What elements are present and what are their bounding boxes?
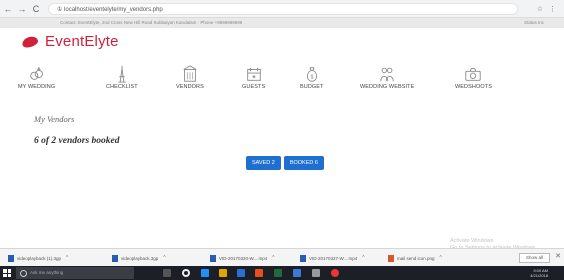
logo-icon bbox=[20, 34, 42, 49]
menu-kebab-icon[interactable]: ⋮ bbox=[549, 5, 556, 13]
file-explorer-icon[interactable] bbox=[219, 269, 227, 277]
main-navigation: MY WEDDING CHECKLIST VENDORS GUESTS $ BU… bbox=[0, 65, 564, 95]
nav-item-checklist[interactable]: CHECKLIST bbox=[106, 65, 138, 90]
clock-date: 4/21/2018 bbox=[530, 273, 548, 278]
nav-item-budget[interactable]: $ BUDGET bbox=[300, 65, 324, 90]
svg-text:$: $ bbox=[310, 75, 313, 81]
download-filename: videoplayback.3gp bbox=[121, 255, 159, 261]
contact-info: Contact: EventElyte, 2nd Cross New Hill … bbox=[60, 20, 243, 25]
download-filename: mail send icon.png bbox=[397, 255, 435, 261]
watermark-title: Activate Windows bbox=[450, 238, 494, 244]
mail-icon[interactable] bbox=[293, 269, 301, 277]
brand-name: EventElyte bbox=[45, 33, 119, 50]
couple-icon bbox=[380, 67, 394, 82]
calendar-icon bbox=[246, 67, 261, 81]
page-title: My Vendors bbox=[34, 114, 75, 124]
file-icon bbox=[8, 254, 14, 262]
download-item[interactable]: videoplayback (1).3gp ^ bbox=[8, 253, 68, 263]
store-icon[interactable] bbox=[237, 269, 245, 277]
money-bag-icon: $ bbox=[306, 67, 317, 82]
file-icon bbox=[210, 254, 216, 262]
vendors-booked-summary: 6 of 2 vendors booked bbox=[34, 136, 120, 146]
site-logo[interactable]: EventElyte bbox=[20, 33, 119, 50]
chevron-up-icon[interactable]: ^ bbox=[272, 255, 274, 261]
download-item[interactable]: mail send icon.png ^ bbox=[388, 253, 442, 263]
nav-label: WEDSHOOTS bbox=[455, 84, 492, 90]
download-item[interactable]: VID-20170320-W....mp4 ^ bbox=[210, 253, 275, 263]
nav-label: VENDORS bbox=[176, 84, 204, 90]
download-shelf: videoplayback (1).3gp ^ videoplayback.3g… bbox=[0, 248, 564, 266]
chevron-up-icon[interactable]: ^ bbox=[440, 255, 442, 261]
nav-item-vendors[interactable]: VENDORS bbox=[176, 65, 204, 90]
building-icon bbox=[183, 65, 197, 82]
tab-saved[interactable]: SAVED 2 bbox=[246, 156, 281, 170]
back-button[interactable]: ← bbox=[2, 3, 14, 15]
nav-item-my-wedding[interactable]: MY WEDDING bbox=[18, 65, 55, 90]
task-view-icon[interactable] bbox=[163, 269, 171, 277]
windows-start-icon[interactable] bbox=[3, 269, 11, 277]
app-icon[interactable] bbox=[255, 269, 263, 277]
nav-item-wedding-website[interactable]: WEDDING WEBSITE bbox=[360, 65, 414, 90]
nav-label: BUDGET bbox=[300, 84, 324, 90]
nav-label: GUESTS bbox=[242, 84, 266, 90]
nav-label: WEDDING WEBSITE bbox=[360, 84, 415, 90]
reload-button[interactable]: C bbox=[30, 3, 42, 15]
file-icon bbox=[112, 254, 118, 262]
windows-taskbar: Ask me anything 9:00 AM 4/21/2018 bbox=[0, 266, 564, 280]
tab-booked[interactable]: BOOKED 6 bbox=[283, 156, 324, 170]
user-status-link[interactable]: Status Inc bbox=[524, 18, 544, 28]
address-bar[interactable]: ① localhost/eventelyte/my_vendors.php bbox=[48, 2, 518, 15]
download-item[interactable]: videoplayback.3gp ^ bbox=[112, 253, 166, 263]
system-clock[interactable]: 9:00 AM 4/21/2018 bbox=[530, 268, 548, 278]
nav-label: CHECKLIST bbox=[106, 84, 138, 90]
bookmark-star-icon[interactable]: ☆ bbox=[537, 5, 543, 13]
download-filename: VID-20170320-W....mp4 bbox=[219, 255, 268, 261]
download-filename: VID-20170327-W....mp4 bbox=[309, 255, 358, 261]
chevron-up-icon[interactable]: ^ bbox=[362, 255, 364, 261]
nav-item-guests[interactable]: GUESTS bbox=[242, 65, 265, 90]
chevron-up-icon[interactable]: ^ bbox=[163, 255, 165, 261]
camera-icon bbox=[465, 68, 482, 81]
file-icon bbox=[300, 254, 306, 262]
download-filename: videoplayback (1).3gp bbox=[17, 255, 62, 261]
nav-item-wedshoots[interactable]: WEDSHOOTS bbox=[455, 65, 492, 90]
browser-actions: ☆ ⋮ bbox=[537, 5, 556, 13]
browser-toolbar: ← → C ① localhost/eventelyte/my_vendors.… bbox=[0, 0, 564, 18]
show-all-downloads-button[interactable]: Show all bbox=[518, 253, 550, 263]
chevron-up-icon[interactable]: ^ bbox=[66, 255, 68, 261]
close-icon[interactable]: ✕ bbox=[555, 252, 561, 260]
download-item[interactable]: VID-20170327-W....mp4 ^ bbox=[300, 253, 365, 263]
chrome-icon[interactable] bbox=[331, 269, 339, 277]
rings-icon bbox=[29, 66, 43, 80]
tower-icon bbox=[118, 65, 126, 83]
forward-button[interactable]: → bbox=[16, 3, 28, 15]
settings-icon[interactable] bbox=[312, 269, 320, 277]
image-file-icon bbox=[388, 254, 394, 262]
main-content: My Vendors 6 of 2 vendors booked SAVED 2… bbox=[0, 104, 564, 244]
site-topbar: Contact: EventElyte, 2nd Cross New Hill … bbox=[0, 18, 564, 28]
taskbar-search-input[interactable]: Ask me anything bbox=[16, 267, 134, 279]
nav-label: MY WEDDING bbox=[18, 84, 56, 90]
edge-browser-icon[interactable] bbox=[201, 269, 209, 277]
cortana-icon[interactable] bbox=[182, 269, 190, 277]
vendor-tabs: SAVED 2 BOOKED 6 bbox=[246, 156, 324, 170]
excel-icon[interactable] bbox=[274, 269, 282, 277]
